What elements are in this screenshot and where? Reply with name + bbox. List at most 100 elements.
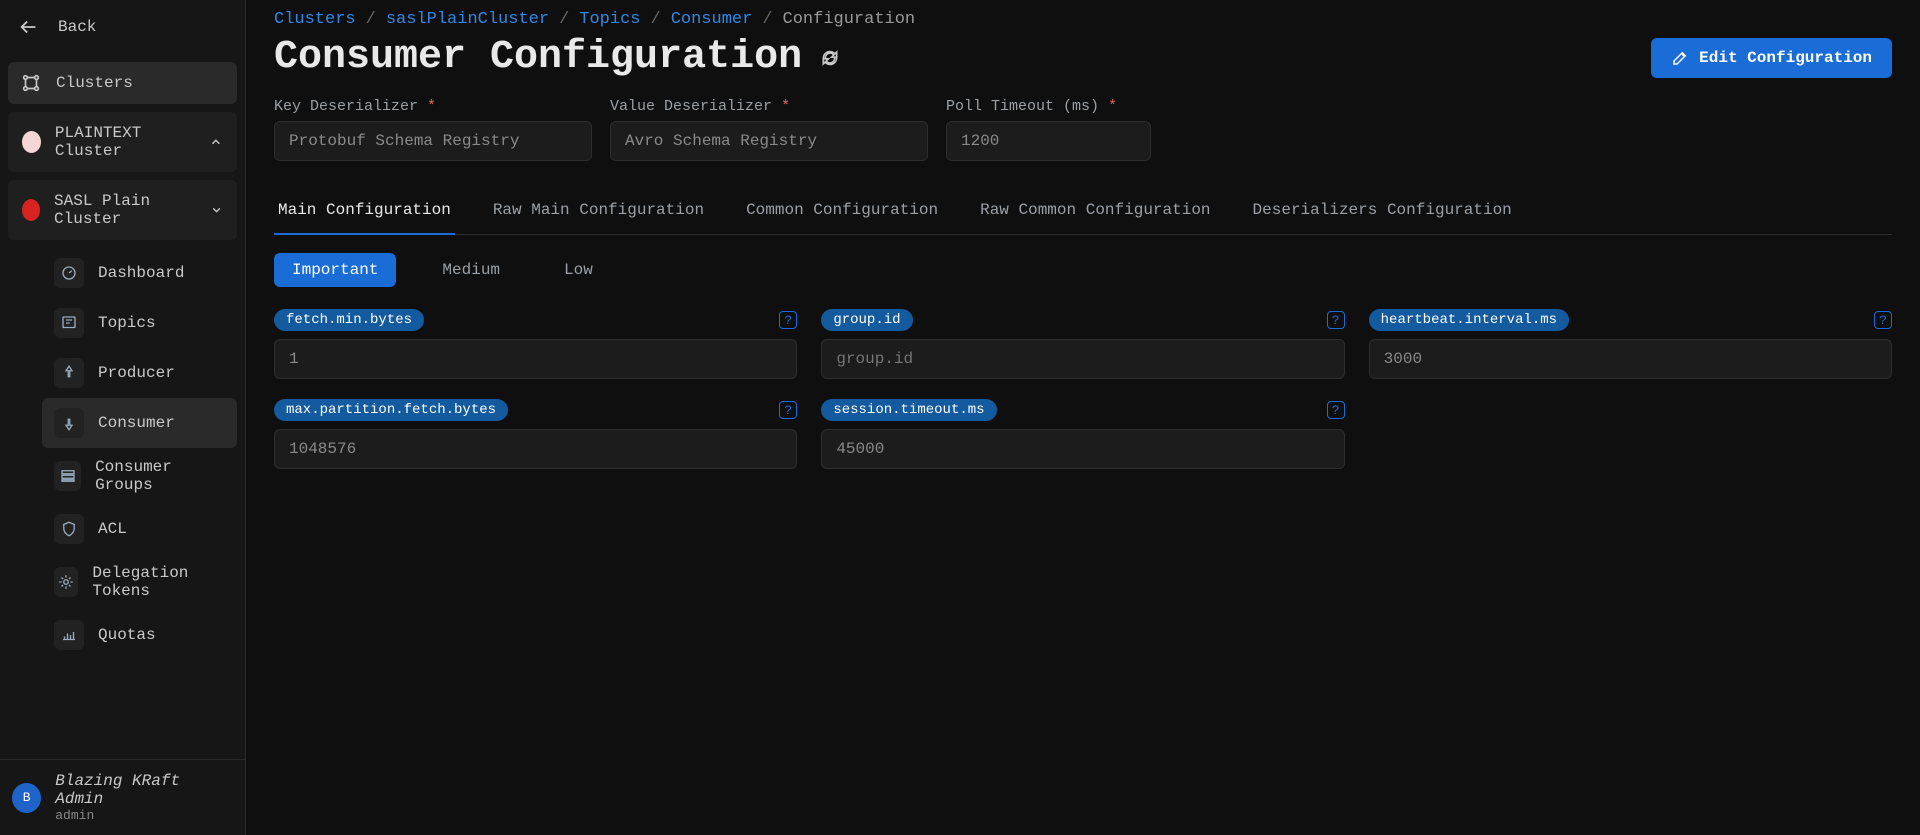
help-icon[interactable]: ? xyxy=(1327,311,1345,329)
dashboard-label: Dashboard xyxy=(98,264,184,282)
pencil-icon xyxy=(1671,49,1689,67)
user-name: Blazing KRaft Admin xyxy=(55,772,233,808)
cluster-plaintext[interactable]: PLAINTEXT Cluster xyxy=(8,112,237,172)
consumer-icon xyxy=(60,414,78,432)
status-dot-icon xyxy=(22,199,40,221)
config-max-partition-fetch-bytes: max.partition.fetch.bytes ? xyxy=(274,399,797,469)
config-heartbeat-interval: heartbeat.interval.ms ? xyxy=(1369,309,1892,379)
breadcrumb-sep: / xyxy=(559,10,569,29)
field-value-deserializer: Value Deserializer * xyxy=(610,98,928,161)
breadcrumb-sep: / xyxy=(650,10,660,29)
field-key-deserializer: Key Deserializer * xyxy=(274,98,592,161)
page-title: Consumer Configuration xyxy=(274,35,840,80)
producer-label: Producer xyxy=(98,364,175,382)
chevron-down-icon xyxy=(210,202,223,218)
topics-icon xyxy=(60,314,78,332)
help-icon[interactable]: ? xyxy=(779,401,797,419)
consumer-label: Consumer xyxy=(98,414,175,432)
filter-medium[interactable]: Medium xyxy=(424,253,518,287)
breadcrumb-cluster[interactable]: saslPlainCluster xyxy=(386,10,549,29)
config-session-timeout: session.timeout.ms ? xyxy=(821,399,1344,469)
chevron-up-icon xyxy=(209,134,223,150)
breadcrumb-consumer[interactable]: Consumer xyxy=(671,10,753,29)
avatar-letter: B xyxy=(23,790,31,805)
quotas-label: Quotas xyxy=(98,626,156,644)
delegation-tokens-label: Delegation Tokens xyxy=(92,564,225,600)
tab-raw-common-configuration[interactable]: Raw Common Configuration xyxy=(976,191,1214,235)
field-label: Poll Timeout (ms) * xyxy=(946,98,1151,115)
max-partition-fetch-bytes-input[interactable] xyxy=(274,429,797,469)
sidebar-item-consumer-groups[interactable]: Consumer Groups xyxy=(42,448,237,504)
fetch-min-bytes-input[interactable] xyxy=(274,339,797,379)
value-deserializer-input[interactable] xyxy=(610,121,928,161)
consumer-groups-label: Consumer Groups xyxy=(95,458,225,494)
sidebar-item-topics[interactable]: Topics xyxy=(42,298,237,348)
status-dot-icon xyxy=(22,131,41,153)
sidebar-item-acl[interactable]: ACL xyxy=(42,504,237,554)
breadcrumb: Clusters / saslPlainCluster / Topics / C… xyxy=(274,10,1892,29)
sidebar-item-quotas[interactable]: Quotas xyxy=(42,610,237,660)
config-grid: fetch.min.bytes ? group.id ? heartbeat.i… xyxy=(274,309,1892,469)
main-content: Clusters / saslPlainCluster / Topics / C… xyxy=(246,0,1920,835)
cluster-plaintext-label: PLAINTEXT Cluster xyxy=(55,124,195,160)
sidebar-footer[interactable]: B Blazing KRaft Admin admin xyxy=(0,759,245,835)
back-label: Back xyxy=(58,18,96,36)
clusters-label: Clusters xyxy=(56,74,133,92)
cluster-sasl-label: SASL Plain Cluster xyxy=(54,192,196,228)
filter-low[interactable]: Low xyxy=(546,253,611,287)
sidebar: Back Clusters PLAINTEXT Cluster SASL Pla… xyxy=(0,0,246,835)
user-role: admin xyxy=(55,808,233,823)
edit-configuration-button[interactable]: Edit Configuration xyxy=(1651,38,1892,78)
sidebar-item-delegation-tokens[interactable]: Delegation Tokens xyxy=(42,554,237,610)
config-key-pill: heartbeat.interval.ms xyxy=(1369,309,1569,331)
back-arrow-icon xyxy=(18,16,40,38)
config-fetch-min-bytes: fetch.min.bytes ? xyxy=(274,309,797,379)
breadcrumb-sep: / xyxy=(762,10,772,29)
key-deserializer-input[interactable] xyxy=(274,121,592,161)
back-button[interactable]: Back xyxy=(0,0,245,54)
filter-row: Important Medium Low xyxy=(274,253,1892,287)
breadcrumb-clusters[interactable]: Clusters xyxy=(274,10,356,29)
sidebar-item-clusters[interactable]: Clusters xyxy=(8,62,237,104)
tab-raw-main-configuration[interactable]: Raw Main Configuration xyxy=(489,191,708,235)
help-icon[interactable]: ? xyxy=(1874,311,1892,329)
delegation-tokens-icon xyxy=(57,573,75,591)
tab-common-configuration[interactable]: Common Configuration xyxy=(742,191,942,235)
help-icon[interactable]: ? xyxy=(779,311,797,329)
edit-button-label: Edit Configuration xyxy=(1699,49,1872,67)
breadcrumb-topics[interactable]: Topics xyxy=(579,10,640,29)
config-key-pill: fetch.min.bytes xyxy=(274,309,424,331)
sidebar-item-dashboard[interactable]: Dashboard xyxy=(42,248,237,298)
config-key-pill: session.timeout.ms xyxy=(821,399,996,421)
tabs: Main Configuration Raw Main Configuratio… xyxy=(274,191,1892,235)
field-poll-timeout: Poll Timeout (ms) * xyxy=(946,98,1151,161)
sidebar-item-producer[interactable]: Producer xyxy=(42,348,237,398)
refresh-icon[interactable] xyxy=(820,48,840,68)
breadcrumb-configuration: Configuration xyxy=(783,10,916,29)
sidebar-item-consumer[interactable]: Consumer xyxy=(42,398,237,448)
session-timeout-input[interactable] xyxy=(821,429,1344,469)
group-id-input[interactable] xyxy=(821,339,1344,379)
dashboard-icon xyxy=(60,264,78,282)
poll-timeout-input[interactable] xyxy=(946,121,1151,161)
producer-icon xyxy=(60,364,78,382)
help-icon[interactable]: ? xyxy=(1327,401,1345,419)
cluster-sasl[interactable]: SASL Plain Cluster xyxy=(8,180,237,240)
heartbeat-interval-input[interactable] xyxy=(1369,339,1892,379)
tab-deserializers-configuration[interactable]: Deserializers Configuration xyxy=(1249,191,1516,235)
consumer-groups-icon xyxy=(59,467,77,485)
breadcrumb-sep: / xyxy=(366,10,376,29)
field-label: Key Deserializer * xyxy=(274,98,592,115)
tab-main-configuration[interactable]: Main Configuration xyxy=(274,191,455,235)
field-label: Value Deserializer * xyxy=(610,98,928,115)
clusters-icon xyxy=(20,72,42,94)
topics-label: Topics xyxy=(98,314,156,332)
acl-label: ACL xyxy=(98,520,127,538)
filter-important[interactable]: Important xyxy=(274,253,396,287)
config-key-pill: group.id xyxy=(821,309,912,331)
config-group-id: group.id ? xyxy=(821,309,1344,379)
quotas-icon xyxy=(60,626,78,644)
acl-icon xyxy=(60,520,78,538)
avatar: B xyxy=(12,783,41,813)
page-title-text: Consumer Configuration xyxy=(274,35,802,80)
